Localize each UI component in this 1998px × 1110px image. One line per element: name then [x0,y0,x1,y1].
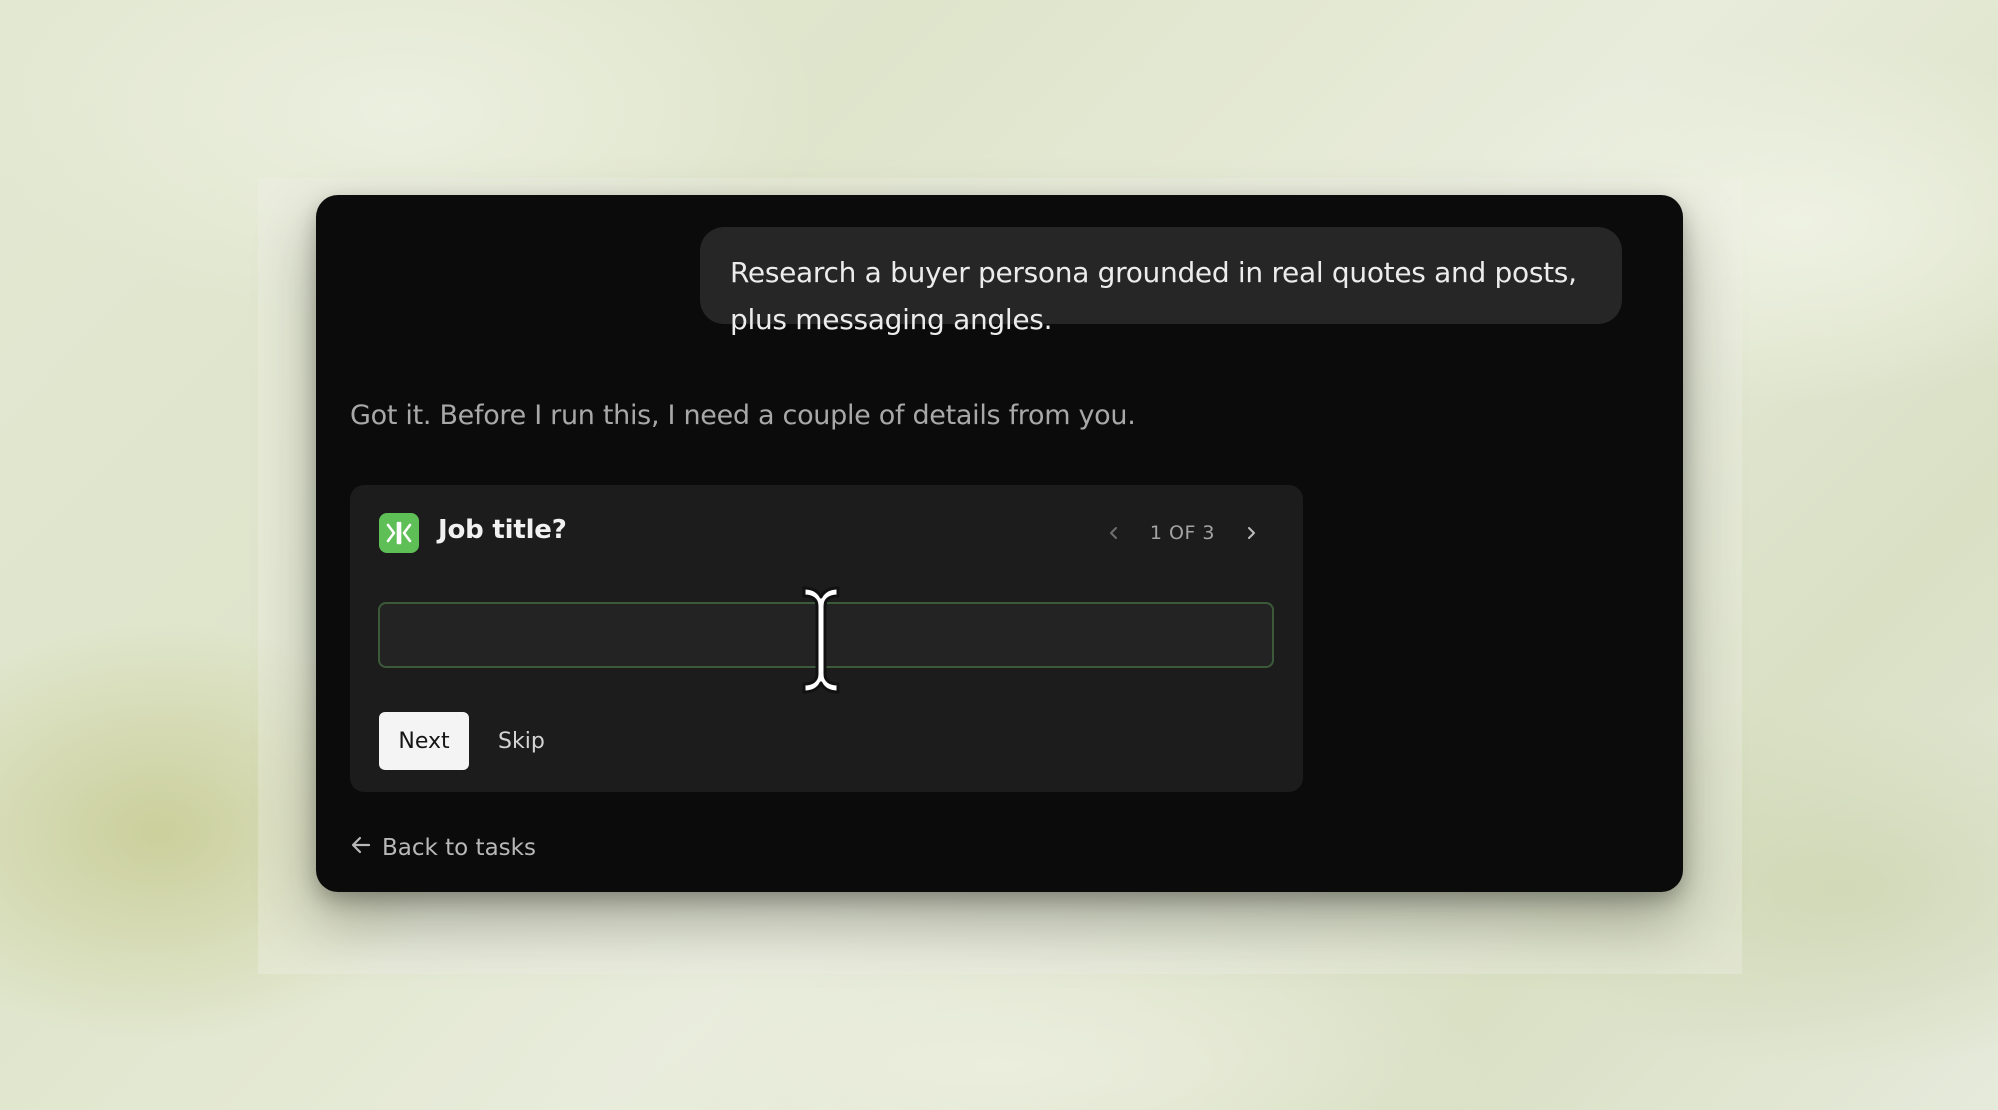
assistant-message: Got it. Before I run this, I need a coup… [350,400,1136,431]
user-message-text: Research a buyer persona grounded in rea… [730,256,1577,336]
chat-window: Research a buyer persona grounded in rea… [316,195,1683,892]
arrow-left-icon [350,835,372,861]
job-title-input[interactable] [378,602,1274,668]
user-message-bubble: Research a buyer persona grounded in rea… [700,227,1622,336]
question-pager: 1 OF 3 [1100,515,1265,551]
skip-button[interactable]: Skip [490,712,553,770]
question-title: Job title? [438,515,567,545]
question-card: Job title? 1 OF 3 Next Skip [350,485,1303,792]
split-arrows-icon [379,513,419,553]
chevron-left-icon[interactable] [1100,519,1128,547]
back-to-tasks-link[interactable]: Back to tasks [350,835,536,861]
pager-count: 1 OF 3 [1149,522,1215,544]
chevron-right-icon[interactable] [1237,519,1265,547]
next-button[interactable]: Next [379,712,469,770]
back-to-tasks-label: Back to tasks [382,835,536,861]
